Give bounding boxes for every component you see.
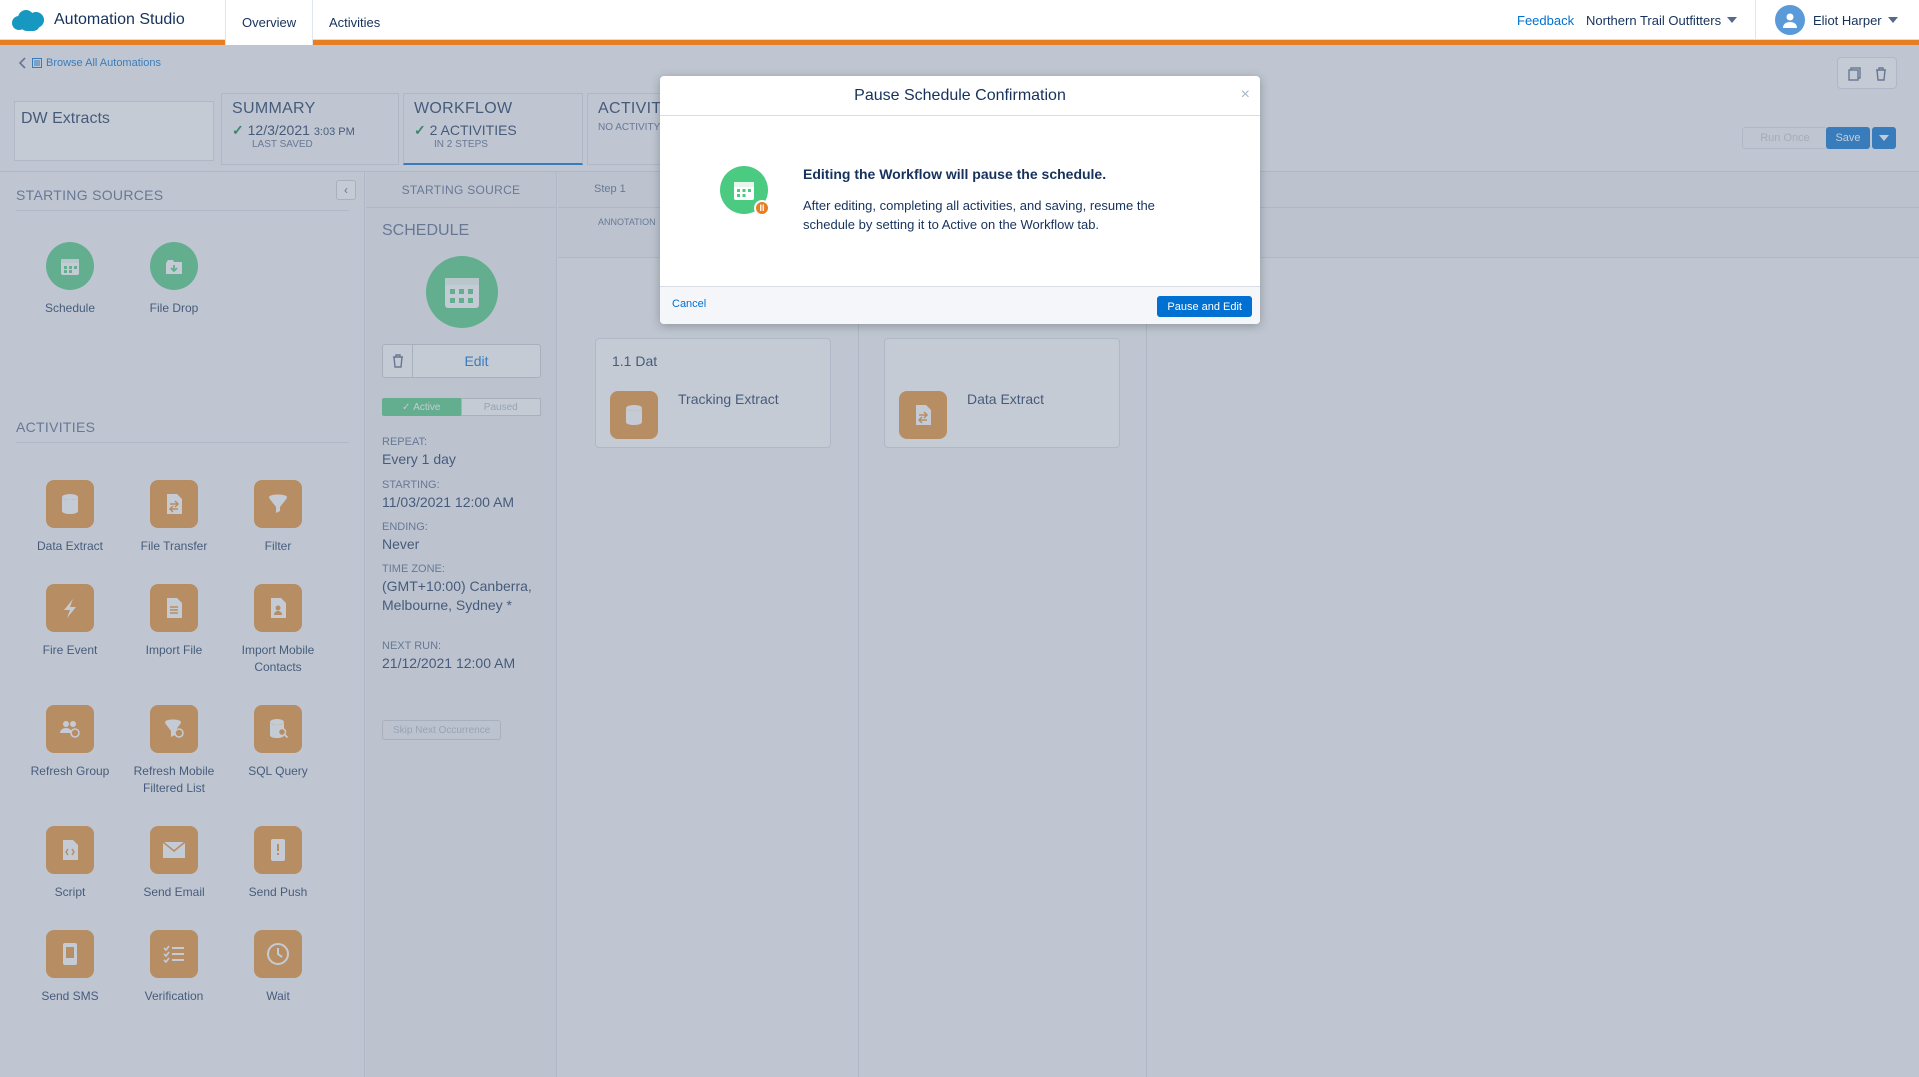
modal-title: Pause Schedule Confirmation bbox=[854, 86, 1066, 104]
salesforce-cloud-logo bbox=[12, 8, 46, 32]
global-header: Automation Studio Overview Activities Fe… bbox=[0, 0, 1919, 45]
org-name: Northern Trail Outfitters bbox=[1586, 12, 1722, 28]
user-menu[interactable]: Eliot Harper bbox=[1775, 0, 1898, 40]
pause-and-edit-button[interactable]: Pause and Edit bbox=[1157, 296, 1252, 317]
tab-activities-label: Activities bbox=[329, 15, 381, 30]
app-brand[interactable]: Automation Studio bbox=[12, 8, 185, 32]
modal-header: Pause Schedule Confirmation × bbox=[660, 76, 1260, 116]
chevron-down-icon bbox=[1887, 17, 1898, 23]
pause-and-edit-label: Pause and Edit bbox=[1167, 300, 1242, 313]
tab-overview[interactable]: Overview bbox=[225, 0, 314, 45]
close-icon[interactable]: × bbox=[1241, 86, 1250, 104]
feedback-label: Feedback bbox=[1517, 12, 1575, 28]
org-switcher[interactable]: Northern Trail Outfitters bbox=[1586, 0, 1738, 40]
app-title: Automation Studio bbox=[54, 11, 185, 28]
modal-body-text: After editing, completing all activities… bbox=[803, 198, 1155, 232]
tab-activities[interactable]: Activities bbox=[313, 0, 396, 45]
chevron-down-icon bbox=[1727, 17, 1738, 23]
modal-heading: Editing the Workflow will pause the sche… bbox=[803, 166, 1107, 182]
modal-footer: Cancel Pause and Edit bbox=[660, 286, 1260, 324]
cancel-button[interactable]: Cancel bbox=[672, 298, 706, 310]
pause-schedule-modal: Pause Schedule Confirmation × II Editing… bbox=[660, 76, 1260, 324]
header-divider bbox=[1755, 0, 1756, 40]
user-name: Eliot Harper bbox=[1813, 12, 1882, 28]
user-icon bbox=[1783, 13, 1797, 28]
modal-body: II Editing the Workflow will pause the s… bbox=[660, 116, 1260, 286]
calendar-icon: II bbox=[720, 166, 770, 216]
feedback-link[interactable]: Feedback bbox=[1517, 0, 1574, 40]
tab-overview-label: Overview bbox=[242, 15, 297, 30]
pause-icon: II bbox=[754, 200, 770, 216]
avatar bbox=[1775, 5, 1805, 35]
